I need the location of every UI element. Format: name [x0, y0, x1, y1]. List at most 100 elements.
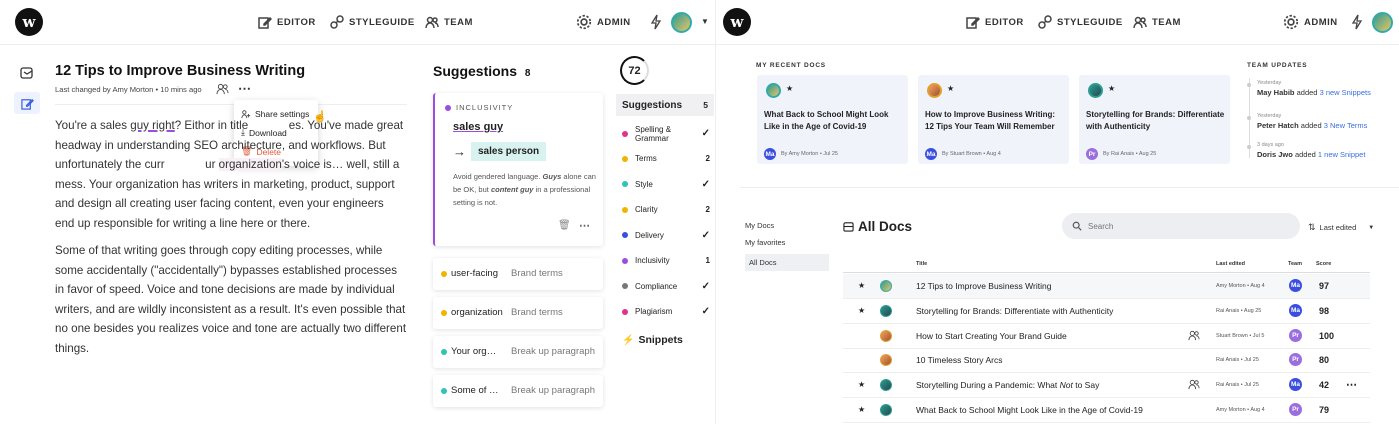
- category-item[interactable]: Plagiarism ✓: [622, 299, 710, 325]
- flag-organization[interactable]: organization: [218, 158, 282, 171]
- row-title[interactable]: 12 Tips to Improve Business Writing: [916, 281, 1051, 291]
- sidebar-all-docs[interactable]: All Docs: [745, 254, 829, 271]
- update-link[interactable]: 1 new Snippet: [1318, 150, 1366, 159]
- table-row[interactable]: 10 Timeless Story Arcs Rai Anais • Jul 25…: [843, 348, 1370, 374]
- nav-styleguide[interactable]: STYLEGUIDE: [330, 15, 415, 29]
- sort-dropdown[interactable]: ⇅ Last edited ▼: [1308, 222, 1374, 233]
- mini-card[interactable]: organization Brand terms: [433, 297, 603, 329]
- lightning-icon[interactable]: [1351, 14, 1363, 30]
- user-avatar-2[interactable]: [1372, 12, 1393, 33]
- author-avatar: [880, 379, 892, 392]
- team-update: 3 days ago Doris Jwo added 1 new Snippet: [1247, 142, 1365, 159]
- recent-doc-card[interactable]: ★ What Back to School Might Look Like in…: [757, 75, 908, 164]
- nav-editor[interactable]: EDITOR: [258, 15, 316, 29]
- star-icon[interactable]: ★: [858, 281, 865, 290]
- star-icon[interactable]: ★: [1108, 84, 1115, 93]
- nav-team-label: TEAM: [444, 16, 473, 28]
- row-more-icon[interactable]: ⋯: [1346, 378, 1357, 391]
- pencil-icon: [20, 98, 34, 110]
- score-ring[interactable]: 72: [620, 56, 649, 85]
- category-value: 2: [705, 154, 710, 164]
- nav-admin[interactable]: ADMIN: [576, 14, 631, 30]
- card-more-icon[interactable]: ⋯: [579, 219, 590, 232]
- nav-team-2[interactable]: TEAM: [1133, 15, 1181, 29]
- table-row[interactable]: ★ What Back to School Might Look Like in …: [843, 398, 1370, 423]
- more-options-icon[interactable]: ⋯: [238, 81, 251, 97]
- user-avatar[interactable]: [671, 12, 692, 33]
- row-title[interactable]: How to Start Creating Your Brand Guide: [916, 331, 1067, 341]
- writer-logo-2[interactable]: w: [723, 8, 751, 36]
- mini-card-tag: Break up paragraph: [511, 385, 595, 396]
- sidebar-my-docs[interactable]: My Docs: [745, 221, 774, 230]
- row-title[interactable]: What Back to School Might Look Like in t…: [916, 405, 1143, 415]
- suggestions-title: Suggestions 8: [433, 63, 530, 79]
- table-row[interactable]: ★ Storytelling During a Pandemic: What No…: [843, 373, 1370, 399]
- col-team[interactable]: Team: [1288, 261, 1302, 267]
- editor-rail-icon[interactable]: [14, 92, 40, 114]
- recent-doc-card[interactable]: ★ Storytelling for Brands: Differentiate…: [1079, 75, 1230, 164]
- star-icon[interactable]: ★: [858, 405, 865, 414]
- nav-admin-label: ADMIN: [597, 16, 631, 28]
- sidebar-my-favorites[interactable]: My favorites: [745, 238, 785, 247]
- paragraph-1[interactable]: You're a sales guy right? Eithor in titl…: [55, 116, 405, 233]
- search-input[interactable]: [1088, 221, 1278, 231]
- category-value: ✓: [701, 178, 710, 190]
- nav-admin-2[interactable]: ADMIN: [1283, 14, 1338, 30]
- col-score[interactable]: Score: [1316, 261, 1331, 267]
- timeline-dot: [1247, 83, 1251, 87]
- suggestion-card-inclusivity[interactable]: INCLUSIVITY sales guy → sales person Avo…: [433, 93, 603, 246]
- row-title[interactable]: Storytelling During a Pandemic: What Not…: [916, 380, 1099, 390]
- nav-team[interactable]: TEAM: [425, 15, 473, 29]
- table-row[interactable]: How to Start Creating Your Brand Guide St…: [843, 324, 1370, 349]
- category-item[interactable]: Delivery ✓: [622, 223, 710, 249]
- category-item[interactable]: Clarity 2: [622, 197, 710, 223]
- docs-rail-icon[interactable]: [14, 62, 40, 84]
- category-item[interactable]: Terms 2: [622, 146, 710, 172]
- snippets-section[interactable]: ⚡ Snippets: [622, 334, 683, 346]
- team-badge: Pr: [1289, 328, 1302, 342]
- row-score: 79: [1319, 405, 1330, 415]
- mini-card[interactable]: Some of … Break up paragraph: [433, 375, 603, 407]
- mini-card-dot: [441, 310, 447, 316]
- category-item[interactable]: Compliance ✓: [622, 274, 710, 300]
- row-title[interactable]: 10 Timeless Story Arcs: [916, 355, 1002, 365]
- search-field[interactable]: [1062, 213, 1300, 239]
- team-update: Yesterday May Habib added 3 new Snippets: [1247, 80, 1371, 97]
- star-icon[interactable]: ★: [786, 84, 793, 93]
- star-icon[interactable]: ★: [858, 380, 865, 389]
- category-label: Clarity: [635, 205, 658, 215]
- trash-icon[interactable]: 🗑: [558, 220, 571, 231]
- categories-header[interactable]: Suggestions 5: [616, 94, 714, 116]
- star-icon[interactable]: ★: [858, 306, 865, 315]
- writer-logo[interactable]: w: [15, 8, 43, 36]
- category-item[interactable]: Style ✓: [622, 172, 710, 198]
- paragraph-2[interactable]: Some of that writing goes through copy e…: [55, 241, 407, 358]
- lightning-icon[interactable]: [650, 14, 662, 30]
- replacement-term[interactable]: sales person: [471, 142, 547, 161]
- update-link[interactable]: 3 New Terms: [1324, 121, 1368, 130]
- table-row[interactable]: ★ Storytelling for Brands: Differentiate …: [843, 299, 1370, 324]
- recent-doc-byline: By Rai Anais • Aug 25: [1103, 151, 1157, 157]
- category-item[interactable]: Inclusivity 1: [622, 248, 710, 274]
- flag-guy-right[interactable]: guy right: [130, 119, 174, 132]
- category-value: 2: [705, 205, 710, 215]
- styleguide-icon: [330, 15, 344, 29]
- all-docs-title: All Docs: [858, 219, 913, 234]
- category-dot: [622, 206, 628, 213]
- row-title[interactable]: Storytelling for Brands: Differentiate w…: [916, 306, 1113, 316]
- star-icon[interactable]: ★: [947, 84, 954, 93]
- col-last-edited[interactable]: Last edited: [1216, 261, 1245, 267]
- document-title[interactable]: 12 Tips to Improve Business Writing: [55, 63, 305, 79]
- update-link[interactable]: 3 new Snippets: [1320, 88, 1371, 97]
- chevron-down-icon[interactable]: ▼: [701, 17, 709, 26]
- col-title[interactable]: Title: [916, 261, 927, 267]
- category-item[interactable]: Spelling & Grammar ✓: [622, 121, 710, 146]
- mini-card[interactable]: Your org… Break up paragraph: [433, 336, 603, 368]
- original-term: sales guy: [453, 121, 504, 133]
- table-row[interactable]: ★ 12 Tips to Improve Business Writing Amy …: [843, 274, 1370, 299]
- mini-card[interactable]: user-facing Brand terms: [433, 258, 603, 290]
- nav-styleguide-2[interactable]: STYLEGUIDE: [1038, 15, 1123, 29]
- recent-doc-card[interactable]: ★ How to Improve Business Writing: 12 Ti…: [918, 75, 1069, 164]
- nav-editor-2[interactable]: EDITOR: [966, 15, 1024, 29]
- collaborators-icon[interactable]: [216, 83, 229, 95]
